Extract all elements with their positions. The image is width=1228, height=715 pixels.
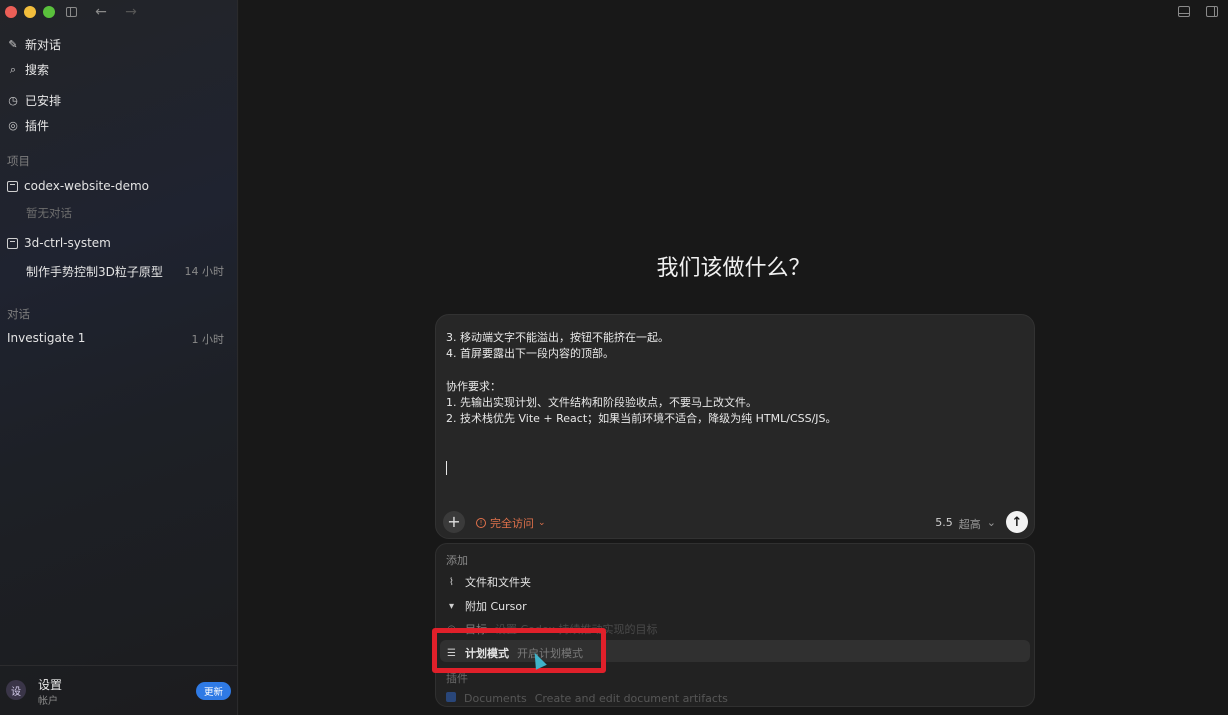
prompt-line: 4. 首屏要露出下一段内容的顶部。 — [446, 347, 614, 361]
clock-icon: ◷ — [8, 94, 18, 107]
menu-item-label: 文件和文件夹 — [465, 576, 531, 589]
reasoning-level: 超高 — [958, 518, 981, 531]
documents-icon — [446, 692, 456, 702]
chevron-down-icon: ⌄ — [986, 516, 996, 529]
main-area: 我们该做什么？ 3. 移动端文字不能溢出，按钮不能挤在一起。 4. 首屏要露出下… — [239, 0, 1228, 715]
thread-time: 14 小时 — [184, 265, 225, 278]
sidebar: ← → ✎ 新对话 ⌕ 搜索 ◷ 已安排 ◎ 插件 项目 codex-websi… — [0, 0, 238, 715]
nav-new-chat[interactable]: ✎ 新对话 — [7, 36, 61, 53]
send-button[interactable]: ↑ — [1006, 511, 1028, 533]
nav-label: 已安排 — [25, 94, 62, 108]
thread-item[interactable]: 制作手势控制3D粒子原型 14 小时 — [26, 263, 224, 280]
back-arrow-icon[interactable]: ← — [94, 4, 108, 20]
conversations-label: 对话 — [7, 307, 30, 321]
access-mode-dropdown[interactable]: ! 完全访问 ⌄ — [476, 515, 546, 531]
project-codex-website-demo[interactable]: codex-website-demo — [7, 179, 149, 193]
nav-plugins[interactable]: ◎ 插件 — [7, 117, 49, 134]
paperclip-icon: ⌇ — [449, 576, 454, 588]
thread-title: 制作手势控制3D粒子原型 — [26, 265, 163, 279]
highlight-annotation — [432, 628, 606, 673]
add-menu: 添加 ⌇ 文件和文件夹 ▾ 附加 Cursor ◎ 目标 设置 Codex 持续… — [435, 543, 1035, 707]
empty-threads-text: 暂无对话 — [26, 206, 72, 220]
nav-label: 新对话 — [25, 38, 62, 52]
projects-label: 项目 — [7, 154, 30, 168]
access-label: 完全访问 — [490, 517, 534, 530]
nav-search[interactable]: ⌕ 搜索 — [7, 61, 49, 78]
conversation-item[interactable]: Investigate 1 1 小时 — [7, 331, 224, 347]
project-3d-ctrl-system[interactable]: 3d-ctrl-system — [7, 236, 111, 250]
window-controls — [5, 6, 55, 18]
menu-item-files[interactable]: ⌇ 文件和文件夹 — [446, 574, 531, 590]
project-name: codex-website-demo — [24, 179, 150, 193]
toggle-bottom-panel-icon[interactable] — [1178, 6, 1190, 17]
search-icon: ⌕ — [9, 62, 17, 76]
chevron-down-icon: ⌄ — [538, 518, 546, 528]
warning-icon: ! — [476, 518, 486, 528]
prompt-line: 协作要求： — [446, 379, 501, 393]
maximize-window-button[interactable] — [43, 6, 55, 18]
project-icon — [7, 180, 18, 192]
nav-scheduled[interactable]: ◷ 已安排 — [7, 92, 61, 109]
avatar: 设 — [6, 680, 26, 700]
add-button[interactable]: + — [443, 511, 465, 533]
project-icon — [7, 237, 18, 249]
model-name: 5.5 — [935, 516, 953, 529]
menu-item-documents[interactable]: Documents Create and edit document artif… — [446, 692, 728, 705]
edit-icon: ✎ — [8, 38, 18, 51]
nav-label: 搜索 — [25, 63, 50, 77]
menu-header: 添加 — [446, 554, 468, 567]
plus-icon: + — [447, 512, 461, 531]
text-cursor — [446, 461, 447, 475]
prompt-composer[interactable]: 3. 移动端文字不能溢出，按钮不能挤在一起。 4. 首屏要露出下一段内容的顶部。… — [435, 314, 1035, 539]
menu-item-cursor[interactable]: ▾ 附加 Cursor — [446, 598, 527, 614]
account-subtitle: 帐户 — [38, 696, 58, 707]
prompt-text[interactable]: 3. 移动端文字不能溢出，按钮不能挤在一起。 4. 首屏要露出下一段内容的顶部。… — [446, 330, 1026, 428]
menu-item-desc: Create and edit document artifacts — [534, 692, 728, 705]
prompt-line: 2. 技术栈优先 Vite + React；如果当前环境不适合，降级为纯 HTM… — [446, 412, 837, 426]
settings-footer[interactable]: 设 设置 帐户 更新 — [0, 665, 238, 715]
prompt-line — [446, 363, 1026, 379]
project-name: 3d-ctrl-system — [24, 236, 111, 250]
toggle-right-panel-icon[interactable] — [1206, 6, 1218, 17]
arrow-up-icon: ↑ — [1011, 514, 1023, 530]
menu-item-label: Documents — [464, 692, 527, 705]
minimize-window-button[interactable] — [24, 6, 36, 18]
nav-label: 插件 — [25, 119, 50, 133]
menu-item-label: 附加 Cursor — [465, 600, 527, 613]
close-window-button[interactable] — [5, 6, 17, 18]
toggle-sidebar-icon[interactable] — [64, 4, 78, 20]
update-button[interactable]: 更新 — [195, 682, 231, 700]
plugin-icon: ◎ — [8, 119, 18, 132]
forward-arrow-icon[interactable]: → — [124, 4, 138, 20]
model-selector[interactable]: 5.5 超高 ⌄ — [935, 516, 996, 532]
conversation-title: Investigate 1 — [7, 331, 86, 345]
settings-title: 设置 — [38, 678, 63, 692]
conversation-time: 1 小时 — [191, 333, 225, 346]
toolbar: ← → — [64, 4, 138, 20]
prompt-line: 1. 先输出实现计划、文件结构和阶段验收点，不要马上改文件。 — [446, 396, 757, 410]
cursor-app-icon: ▾ — [448, 600, 455, 612]
prompt-line: 3. 移动端文字不能溢出，按钮不能挤在一起。 — [446, 331, 669, 344]
window-toolbar — [1178, 6, 1218, 17]
page-title: 我们该做什么？ — [656, 256, 811, 281]
